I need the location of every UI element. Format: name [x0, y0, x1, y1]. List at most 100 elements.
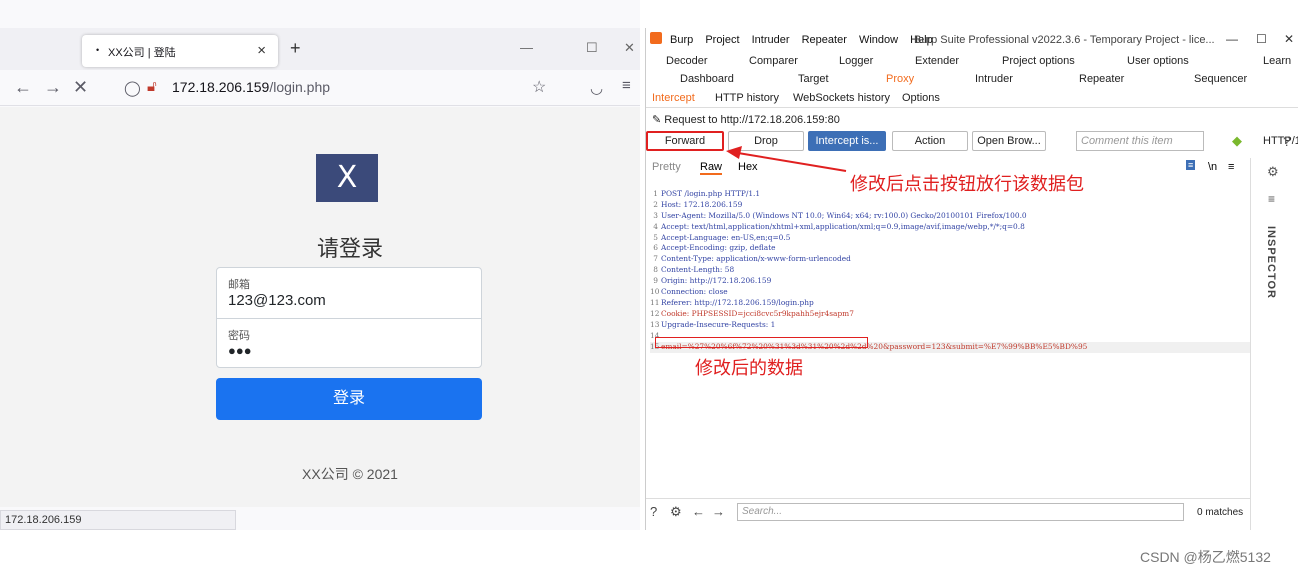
request-target-text: Request to http://172.18.206.159:80: [664, 114, 840, 126]
tab-learn[interactable]: Learn: [1263, 55, 1291, 67]
footer-copyright: XX公司 © 2021: [302, 466, 398, 482]
pencil-icon: ✎: [652, 114, 662, 126]
tab-intruder[interactable]: Intruder: [975, 73, 1013, 85]
menu-repeater[interactable]: Repeater: [802, 34, 847, 46]
newline-icon[interactable]: \n: [1208, 161, 1217, 173]
open-browser-button[interactable]: Open Brow...: [972, 131, 1046, 151]
proxy-subtabs: Intercept HTTP history WebSockets histor…: [646, 90, 1298, 108]
forward-button[interactable]: Forward: [646, 131, 724, 151]
back-icon[interactable]: ←: [14, 77, 32, 98]
menu-icon[interactable]: ≡: [1228, 161, 1234, 173]
request-line: 2 Host: 172.18.206.159: [653, 199, 743, 209]
new-tab-icon[interactable]: +: [290, 38, 301, 59]
login-button[interactable]: 登录: [216, 378, 482, 420]
tab-repeater[interactable]: Repeater: [1079, 73, 1124, 85]
request-line: 4 Accept: text/html,application/xhtml+xml…: [653, 221, 1025, 231]
tab-logger[interactable]: Logger: [839, 55, 873, 67]
request-line: 3 User-Agent: Mozilla/5.0 (Windows NT 10.…: [653, 210, 1027, 220]
email-label: 邮箱: [228, 279, 250, 291]
insecure-lock-icon[interactable]: 🔓︎: [147, 78, 157, 95]
menu-burp[interactable]: Burp: [670, 34, 693, 46]
menu-project[interactable]: Project: [705, 34, 739, 46]
request-line: 8 Content-Length: 58: [653, 265, 735, 275]
wrap-icon[interactable]: ≡: [1186, 160, 1196, 170]
minimize-icon[interactable]: —: [1226, 32, 1238, 46]
shield-icon[interactable]: ◯: [124, 79, 141, 97]
forward-annotation: 修改后点击按钮放行该数据包: [850, 174, 1084, 195]
close-window-icon[interactable]: ✕: [624, 40, 635, 56]
menu-icon[interactable]: ≡: [622, 77, 631, 94]
close-tab-icon[interactable]: ×: [257, 42, 266, 59]
tab-decoder[interactable]: Decoder: [666, 55, 708, 67]
tabs-row-2: Dashboard Target Proxy Intruder Repeater…: [646, 73, 1298, 89]
maximize-icon[interactable]: ☐: [586, 40, 598, 56]
request-line: 7 Content-Type: application/x-www-form-ur…: [653, 254, 851, 264]
http-version[interactable]: HTTP/1: [1263, 135, 1298, 147]
subtab-websockets-history[interactable]: WebSockets history: [793, 92, 890, 104]
tab-proxy[interactable]: Proxy: [886, 73, 914, 85]
close-icon[interactable]: ✕: [1284, 32, 1294, 46]
request-line: 6 Accept-Encoding: gzip, deflate: [653, 243, 776, 253]
tab-comparer[interactable]: Comparer: [749, 55, 798, 67]
comment-input[interactable]: Comment this item: [1076, 131, 1204, 151]
previous-icon[interactable]: ←: [692, 504, 705, 519]
filter-icon[interactable]: ≡: [1268, 192, 1275, 206]
next-icon[interactable]: →: [712, 504, 725, 519]
menu-intruder[interactable]: Intruder: [752, 34, 790, 46]
view-tab-pretty[interactable]: Pretty: [652, 161, 681, 173]
tab-strip: • XX公司 | 登陆 × + — ☐ ✕: [0, 28, 640, 70]
tab-sequencer[interactable]: Sequencer: [1194, 73, 1247, 85]
url-path: /login.php: [269, 79, 331, 95]
firefox-window: • XX公司 | 登陆 × + — ☐ ✕ ← → ✕ ◯ 🔓︎ 172.18.…: [0, 0, 640, 530]
settings-icon[interactable]: ⚙: [670, 504, 682, 520]
tab-project-options[interactable]: Project options: [1002, 55, 1075, 67]
url-bar[interactable]: 172.18.206.159/login.php: [172, 79, 330, 95]
browser-tab[interactable]: • XX公司 | 登陆 ×: [82, 35, 278, 67]
data-annotation: 修改后的数据: [695, 358, 803, 379]
login-heading: 请登录: [316, 236, 383, 261]
search-bar: ? ⚙ ← → Search... 0 matches: [646, 498, 1250, 524]
request-line: 9 Origin: http://172.18.206.159: [653, 276, 772, 286]
settings-icon[interactable]: ⚙: [1267, 164, 1279, 180]
email-field[interactable]: 邮箱 123@123.com: [216, 267, 482, 319]
menu-window[interactable]: Window: [859, 34, 898, 46]
search-input[interactable]: Search...: [737, 503, 1184, 521]
maximize-icon[interactable]: ☐: [1256, 32, 1267, 46]
pocket-icon[interactable]: ◡: [590, 79, 603, 97]
bookmark-star-icon[interactable]: ☆: [532, 77, 546, 97]
page-content: X 请登录 邮箱 123@123.com 密码 ●●● 登录 XX公司 © 20…: [0, 107, 640, 507]
minimize-icon[interactable]: —: [520, 40, 533, 55]
subtab-intercept[interactable]: Intercept: [652, 92, 695, 104]
drop-button[interactable]: Drop: [728, 131, 804, 151]
site-logo: X: [316, 154, 378, 202]
request-line: 13 Upgrade-Insecure-Requests: 1: [650, 319, 776, 329]
highlight-icon[interactable]: ◆: [1232, 133, 1242, 149]
match-count: 0 matches: [1197, 507, 1244, 518]
burp-menu: Burp Project Intruder Repeater Window He…: [670, 34, 942, 46]
password-field[interactable]: 密码 ●●●: [216, 318, 482, 368]
request-line: 11 Referer: http://172.18.206.159/login.p…: [650, 297, 814, 307]
subtab-http-history[interactable]: HTTP history: [715, 92, 779, 104]
tab-dot-icon: •: [96, 45, 100, 55]
tab-target[interactable]: Target: [798, 73, 829, 85]
intercept-toggle-button[interactable]: Intercept is...: [808, 131, 886, 151]
action-button[interactable]: Action: [892, 131, 968, 151]
forward-icon[interactable]: →: [44, 77, 62, 98]
view-tab-hex[interactable]: Hex: [738, 161, 758, 173]
view-tab-raw[interactable]: Raw: [700, 161, 723, 175]
help-icon[interactable]: ?: [1283, 133, 1291, 149]
watermark: CSDN @杨乙燃5132: [1140, 549, 1271, 565]
status-bar: 172.18.206.159: [0, 510, 236, 530]
help-icon[interactable]: ?: [650, 504, 657, 519]
inspector-panel[interactable]: ⚙ ≡ INSPECTOR: [1250, 158, 1298, 530]
tab-extender[interactable]: Extender: [915, 55, 959, 67]
tab-dashboard[interactable]: Dashboard: [680, 73, 734, 85]
tab-user-options[interactable]: User options: [1127, 55, 1189, 67]
password-value: ●●●: [228, 343, 252, 358]
inspector-label: INSPECTOR: [1265, 226, 1277, 299]
stop-icon[interactable]: ✕: [73, 77, 88, 98]
nav-bar: ← → ✕ ◯ 🔓︎ 172.18.206.159/login.php ☆ ◡ …: [0, 70, 640, 106]
tabs-row-1: Decoder Comparer Logger Extender Project…: [646, 55, 1298, 71]
subtab-options[interactable]: Options: [902, 92, 940, 104]
email-value: 123@123.com: [228, 292, 326, 309]
